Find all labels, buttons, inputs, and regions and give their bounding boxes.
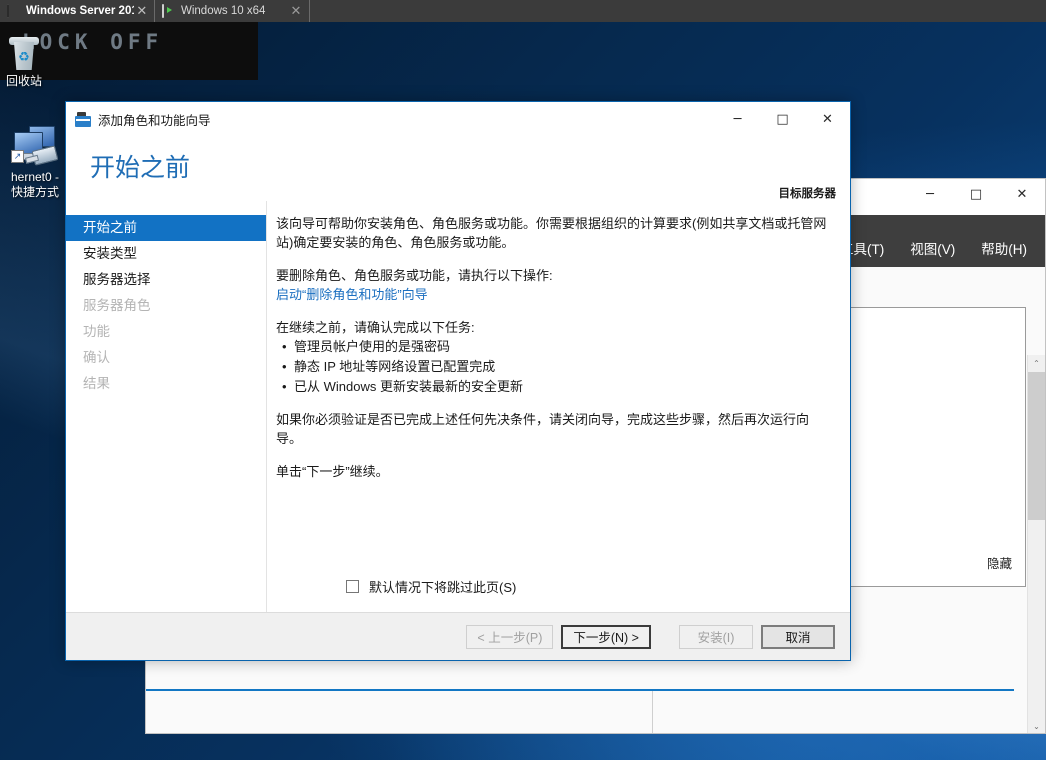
skip-page-checkbox[interactable] bbox=[346, 580, 359, 593]
wizard-main-text: 该向导可帮助你安装角色、角色服务或功能。你需要根据组织的计算要求(例如共享文档或… bbox=[267, 201, 850, 613]
target-server-label: 目标服务器 bbox=[778, 188, 837, 200]
nav-item-server-roles: 服务器角色 bbox=[83, 298, 151, 313]
install-button: 安装(I) bbox=[679, 624, 753, 649]
previous-button: < 上一步(P) bbox=[466, 624, 554, 649]
vm-tab-windows-10-x64[interactable]: Windows 10 x64 ✕ bbox=[155, 0, 310, 22]
vm-tab-windows-server-2016[interactable]: Windows Server 2016 ✕ bbox=[0, 0, 155, 22]
vertical-scrollbar[interactable]: ⌃ ⌄ bbox=[1027, 355, 1045, 733]
wizard-title: 添加角色和功能向导 bbox=[98, 113, 211, 128]
checklist-item: 静态 IP 地址等网络设置已配置完成 bbox=[282, 357, 834, 376]
wizard-titlebar: 添加角色和功能向导 ─ □ ✕ bbox=[66, 102, 850, 136]
nav-item-confirmation: 确认 bbox=[83, 350, 110, 365]
maximize-icon[interactable]: □ bbox=[953, 179, 999, 209]
vm-tab-bar-filler bbox=[310, 0, 1046, 22]
desktop-icon-label: 回收站 bbox=[5, 74, 42, 88]
monitor-icon bbox=[7, 3, 20, 18]
remove-roles-wizard-link[interactable]: 启动“删除角色和功能”向导 bbox=[276, 285, 428, 304]
close-icon[interactable]: ✕ bbox=[134, 0, 150, 22]
shortcut-arrow-icon: ↗ bbox=[11, 150, 24, 163]
hide-link[interactable]: 隐藏 bbox=[987, 553, 1012, 572]
checklist-item: 管理员帐户使用的是强密码 bbox=[282, 337, 834, 356]
nav-item-before-you-begin[interactable]: 开始之前 bbox=[66, 215, 266, 241]
next-button[interactable]: 下一步(N) > bbox=[561, 624, 651, 649]
continue-note: 单击“下一步”继续。 bbox=[276, 464, 389, 479]
verify-note: 如果你必须验证是否已完成上述任何先决条件，请关闭向导，完成这些步骤，然后再次运行… bbox=[276, 412, 810, 446]
scrollbar-thumb[interactable] bbox=[1028, 372, 1045, 520]
desktop-icon-recycle-bin[interactable]: ♻ 回收站 bbox=[0, 36, 62, 89]
add-roles-wizard-dialog[interactable]: 添加角色和功能向导 ─ □ ✕ 开始之前 目标服务器 WIN-8E5HBB0DL… bbox=[65, 101, 851, 661]
maximize-icon[interactable]: □ bbox=[760, 102, 805, 136]
scroll-up-icon[interactable]: ⌃ bbox=[1028, 355, 1045, 372]
add-roles-icon bbox=[75, 111, 91, 127]
cancel-button[interactable]: 取消 bbox=[761, 624, 835, 649]
wizard-footer: < 上一步(P) 下一步(N) > 安装(I) 取消 bbox=[66, 612, 850, 660]
minimize-icon[interactable]: ─ bbox=[907, 179, 953, 209]
vm-tab-bar: Windows Server 2016 ✕ Windows 10 x64 ✕ bbox=[0, 0, 1046, 22]
nav-item-results: 结果 bbox=[83, 376, 110, 391]
skip-page-label: 默认情况下将跳过此页(S) bbox=[369, 580, 517, 595]
nav-item-server-selection[interactable]: 服务器选择 bbox=[66, 267, 266, 293]
vm-tab-label: Windows 10 x64 bbox=[181, 5, 266, 17]
close-icon[interactable]: ✕ bbox=[287, 0, 305, 22]
recycle-bin-icon: ♻ bbox=[7, 36, 41, 72]
nav-item-features: 功能 bbox=[83, 324, 110, 339]
menu-item-view[interactable]: 视图(V) bbox=[910, 238, 955, 258]
scroll-down-icon[interactable]: ⌄ bbox=[1028, 718, 1045, 733]
remove-prompt: 要删除角色、角色服务或功能，请执行以下操作: bbox=[276, 268, 553, 283]
minimize-icon[interactable]: ─ bbox=[715, 102, 760, 136]
nav-item-installation-type[interactable]: 安装类型 bbox=[66, 241, 266, 267]
close-icon[interactable]: ✕ bbox=[999, 179, 1045, 209]
vm-tab-label: Windows Server 2016 bbox=[26, 5, 134, 17]
close-icon[interactable]: ✕ bbox=[805, 102, 850, 136]
page-title: 开始之前 bbox=[90, 154, 191, 182]
before-continue-prompt: 在继续之前，请确认完成以下任务: bbox=[276, 320, 475, 335]
screen: ♻ 回收站 ↗ hernet0 - 快捷方式 LOCK OFF ─ □ ✕ ) … bbox=[0, 0, 1046, 760]
prerequisite-checklist: 管理员帐户使用的是强密码 静态 IP 地址等网络设置已配置完成 已从 Windo… bbox=[276, 337, 834, 396]
network-monitor-icon: ↗ bbox=[9, 124, 61, 168]
skip-page-checkbox-row[interactable]: 默认情况下将跳过此页(S) bbox=[346, 577, 516, 596]
wizard-nav-list: 开始之前 安装类型 服务器选择 服务器角色 功能 确认 结果 bbox=[66, 201, 267, 613]
vm-play-icon bbox=[162, 3, 175, 18]
wizard-content: 开始之前 安装类型 服务器选择 服务器角色 功能 确认 结果 该向导可帮助你安装… bbox=[66, 201, 850, 613]
intro-paragraph: 该向导可帮助你安装角色、角色服务或功能。你需要根据组织的计算要求(例如共享文档或… bbox=[276, 216, 827, 250]
menu-item-help[interactable]: 帮助(H) bbox=[981, 238, 1027, 258]
left-content-pane bbox=[147, 691, 653, 733]
checklist-item: 已从 Windows 更新安装最新的安全更新 bbox=[282, 377, 834, 396]
wizard-header: 开始之前 目标服务器 WIN-8E5HBB0DLMC bbox=[66, 136, 850, 215]
